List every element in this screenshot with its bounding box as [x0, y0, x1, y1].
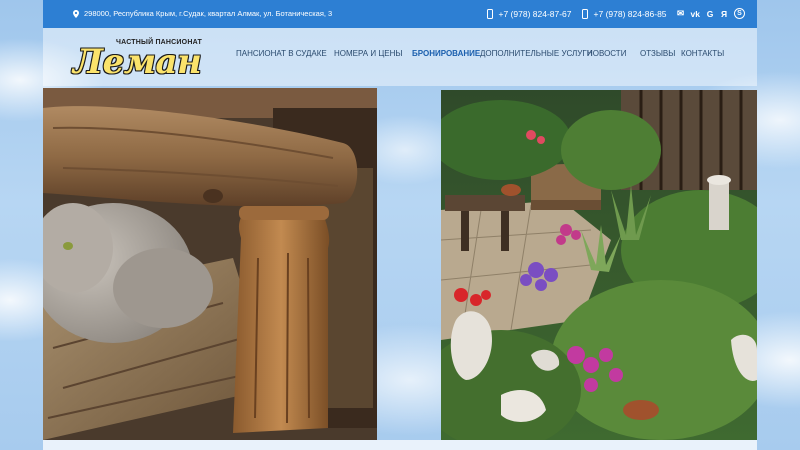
location-pin-icon	[73, 9, 79, 18]
skype-icon[interactable]: S	[734, 8, 745, 19]
nav-item-extra-services[interactable]: ДОПОЛНИТЕЛЬНЫЕ УСЛУГИ	[480, 49, 592, 58]
site-logo[interactable]: ЧАСТНЫЙ ПАНСИОНАТ Леман	[73, 36, 233, 82]
phone-2-text[interactable]: +7 (978) 824-86-85	[594, 9, 667, 19]
google-icon[interactable]: G	[706, 9, 714, 19]
mail-icon[interactable]: ✉	[677, 8, 685, 19]
phone-1-text[interactable]: +7 (978) 824-87-67	[499, 9, 572, 19]
nav-item-pansionat[interactable]: ПАНСИОНАТ В СУДАКЕ	[236, 49, 334, 58]
page-container: 298000, Республика Крым, г.Судак, кварта…	[43, 0, 757, 450]
social-links: ✉ vk G Я S	[677, 8, 745, 19]
mobile-phone-icon	[486, 8, 493, 19]
nav-item-news[interactable]: НОВОСТИ	[587, 49, 640, 58]
nav-item-reviews[interactable]: ОТЗЫВЫ	[640, 49, 681, 58]
nav-item-contacts[interactable]: КОНТАКТЫ	[681, 49, 724, 58]
phone-1[interactable]: +7 (978) 824-87-67	[486, 8, 572, 19]
mobile-phone-icon	[581, 8, 588, 19]
vk-icon[interactable]: vk	[691, 9, 700, 19]
main-nav: ПАНСИОНАТ В СУДАКЕ НОМЕРА И ЦЕНЫ БРОНИРО…	[236, 49, 724, 58]
yandex-icon[interactable]: Я	[720, 9, 728, 19]
address-text: 298000, Республика Крым, г.Судак, кварта…	[84, 9, 333, 18]
photo-garden[interactable]	[441, 90, 757, 440]
address-block: 298000, Республика Крым, г.Судак, кварта…	[73, 9, 332, 18]
nav-item-rooms-prices[interactable]: НОМЕРА И ЦЕНЫ	[334, 49, 412, 58]
top-bar: 298000, Республика Крым, г.Судак, кварта…	[43, 0, 757, 28]
logo-title: Леман	[73, 42, 202, 82]
site-header: ЧАСТНЫЙ ПАНСИОНАТ Леман ПАНСИОНАТ В СУДА…	[43, 28, 757, 86]
photo-cat-bench[interactable]	[43, 88, 377, 440]
phone-2[interactable]: +7 (978) 824-86-85	[581, 8, 667, 19]
content-bottom-strip	[43, 440, 757, 450]
nav-item-booking[interactable]: БРОНИРОВАНИЕ	[412, 49, 480, 58]
